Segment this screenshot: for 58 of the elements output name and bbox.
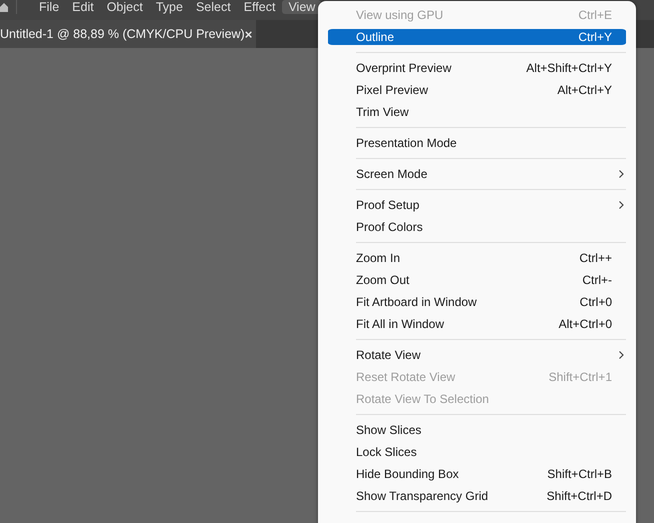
shortcut-label: Alt+Ctrl+Y bbox=[557, 83, 612, 97]
menu-option-label: Show Transparency Grid bbox=[356, 489, 490, 503]
menu-option-label: Overprint Preview bbox=[356, 61, 452, 75]
menu-option[interactable]: Pixel Preview Alt+Ctrl+Y bbox=[328, 79, 626, 101]
close-button[interactable]: × bbox=[244, 26, 252, 42]
menu-option[interactable]: Overprint Preview Alt+Shift+Ctrl+Y bbox=[328, 57, 626, 79]
menu-option[interactable]: Outline Ctrl+Y bbox=[328, 26, 626, 48]
menu-option[interactable]: Lock Slices bbox=[328, 441, 626, 463]
menu-option[interactable]: Proof Colors bbox=[328, 216, 626, 238]
menu-option[interactable]: Fit All in Window Alt+Ctrl+0 bbox=[328, 313, 626, 335]
menu-option[interactable]: Show Slices bbox=[328, 419, 626, 441]
menu-item[interactable]: Edit bbox=[66, 0, 100, 14]
menu-option[interactable]: Presentation Mode bbox=[328, 132, 626, 154]
shortcut-label: Alt+Shift+Ctrl+Y bbox=[526, 61, 612, 75]
menu-option-label: View using GPU bbox=[356, 8, 444, 22]
menu-option-label: Screen Mode bbox=[356, 167, 428, 181]
menu-option-label: Zoom In bbox=[356, 251, 402, 265]
menu-item[interactable]: Select bbox=[190, 0, 237, 14]
menu-option-label: Lock Slices bbox=[356, 445, 418, 459]
menu-option-label: Fit All in Window bbox=[356, 317, 446, 331]
menu-option-label: Outline bbox=[356, 30, 396, 44]
menu-option-label: Trim View bbox=[356, 105, 410, 119]
menu-item[interactable]: Effect bbox=[238, 0, 282, 14]
shortcut-label: Alt+Ctrl+0 bbox=[558, 317, 612, 331]
menu-option[interactable]: Rotate View bbox=[328, 344, 626, 366]
menu-item[interactable]: View bbox=[282, 0, 322, 14]
menu-option[interactable]: Fit Artboard in Window Ctrl+0 bbox=[328, 291, 626, 313]
menu-item[interactable]: Object bbox=[100, 0, 149, 14]
menu-option-label: Hide Bounding Box bbox=[356, 467, 460, 481]
home-icon[interactable] bbox=[0, 2, 8, 12]
menu-option[interactable]: Hide Bounding Box Shift+Ctrl+B bbox=[328, 463, 626, 485]
menu-option-label: Proof Setup bbox=[356, 198, 420, 212]
menu-option-label: Reset Rotate View bbox=[356, 370, 456, 384]
menu-option-label: Rotate View bbox=[356, 348, 422, 362]
menu-option[interactable]: Proof Setup bbox=[328, 194, 626, 216]
menu-item[interactable]: File bbox=[33, 0, 66, 14]
document-tab[interactable]: Untitled-1 @ 88,89 % (CMYK/CPU Preview)× bbox=[0, 20, 256, 48]
menu-option[interactable]: Show Transparency Grid Shift+Ctrl+D bbox=[328, 485, 626, 507]
shortcut-label: Ctrl++ bbox=[579, 251, 612, 265]
menu-option-label: Pixel Preview bbox=[356, 83, 430, 97]
menu-option-label: Proof Colors bbox=[356, 220, 424, 234]
shortcut-label: Ctrl+E bbox=[578, 8, 612, 22]
menu-item[interactable]: Type bbox=[150, 0, 189, 14]
shortcut-label: Shift+Ctrl+B bbox=[547, 467, 612, 481]
shortcut-label: Ctrl+- bbox=[582, 273, 612, 287]
menu-option-label: Fit Artboard in Window bbox=[356, 295, 478, 309]
shortcut-label: Ctrl+Y bbox=[578, 30, 612, 44]
shortcut-label: Ctrl+0 bbox=[580, 295, 612, 309]
menu-option-label: Show Slices bbox=[356, 423, 422, 437]
menu-option[interactable]: Zoom Out Ctrl+- bbox=[328, 269, 626, 291]
menu-option[interactable]: Screen Mode bbox=[328, 163, 626, 185]
shortcut-label: Shift+Ctrl+D bbox=[546, 489, 612, 503]
menu-option-label: Presentation Mode bbox=[356, 136, 458, 150]
menu-option-label: Zoom Out bbox=[356, 273, 410, 287]
menu-option[interactable]: Trim View bbox=[328, 101, 626, 123]
menu-option[interactable]: Zoom In Ctrl++ bbox=[328, 247, 626, 269]
menu-option-label: Rotate View To Selection bbox=[356, 392, 490, 406]
shortcut-label: Shift+Ctrl+1 bbox=[548, 370, 612, 384]
